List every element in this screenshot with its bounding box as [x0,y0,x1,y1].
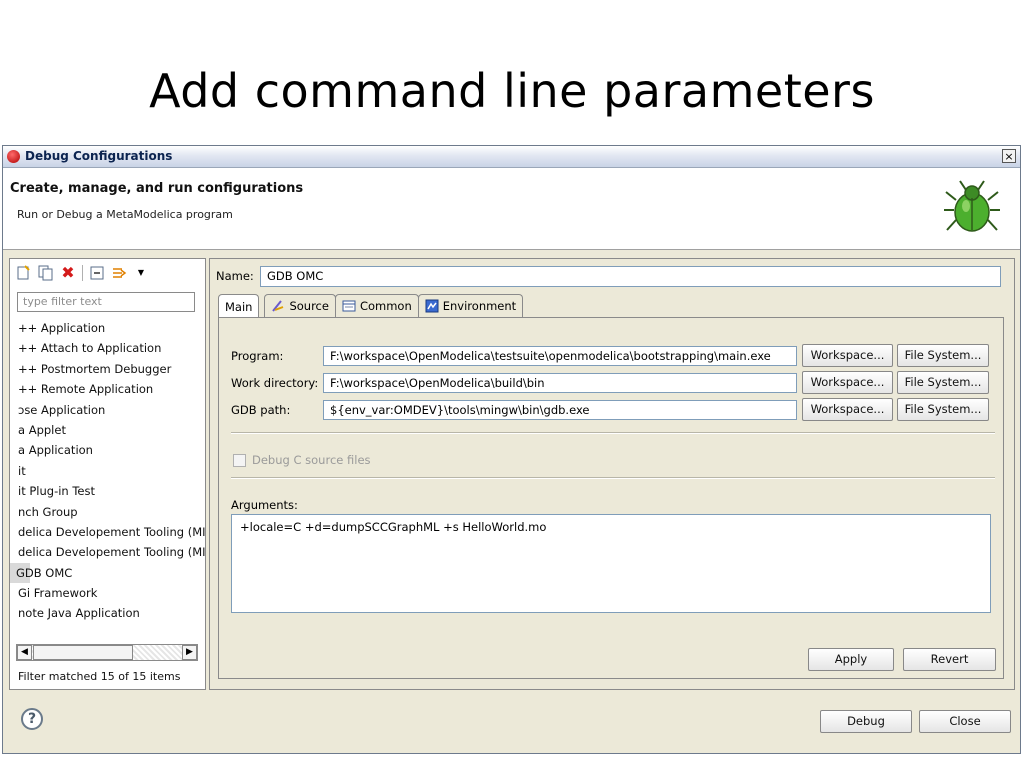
tab-environment-label: Environment [442,299,517,313]
bug-icon [944,180,1000,232]
workdir-workspace-button[interactable]: Workspace... [802,371,893,394]
header-title: Create, manage, and run configurations [10,181,304,196]
source-icon [272,300,284,312]
window-title: Debug Configurations [25,149,173,163]
toolbar-divider [82,265,83,281]
scroll-right-icon[interactable]: ▶ [182,645,197,660]
apply-button[interactable]: Apply [808,648,894,671]
tree-item[interactable]: note Java Application [10,603,205,623]
tree-item[interactable]: Gi Framework [10,583,205,603]
eclipse-icon [7,150,20,163]
tree-item[interactable]: delica Developement Tooling (MI [10,542,205,562]
slide-title: Add command line parameters [149,64,875,118]
tab-source-label: Source [289,299,329,313]
program-field[interactable]: F:\workspace\OpenModelica\testsuite\open… [323,346,797,366]
help-icon[interactable]: ? [21,708,43,730]
tree-item[interactable]: a Application [10,440,205,460]
scroll-left-icon[interactable]: ◀ [17,645,32,660]
launch-config-tree-panel: ✖ ▼ type filter text ++ Application ++ A… [9,258,206,690]
tree-item[interactable]: delica Developement Tooling (MI [10,522,205,542]
tab-main[interactable]: Main [218,294,260,318]
tree-item[interactable]: it Plug-in Test [10,481,205,501]
filter-status: Filter matched 15 of 15 items [18,670,181,683]
duplicate-icon[interactable] [38,265,54,281]
collapse-all-icon[interactable] [89,265,105,281]
close-button[interactable]: Close [919,710,1011,733]
program-filesystem-button[interactable]: File System... [897,344,989,367]
gdb-path-label: GDB path: [231,403,291,417]
workdir-filesystem-button[interactable]: File System... [897,371,989,394]
config-tree: ++ Application ++ Attach to Application … [10,318,205,624]
debug-c-checkbox-row[interactable]: Debug C source files [233,453,371,467]
tab-common[interactable]: Common [334,294,419,317]
horizontal-scrollbar[interactable]: ◀ ▶ [16,644,198,661]
name-label: Name: [216,269,254,283]
workdir-label: Work directory: [231,376,319,390]
program-label: Program: [231,349,284,363]
dialog-header: Create, manage, and run configurations R… [3,168,1020,250]
tree-item[interactable]: it [10,461,205,481]
tree-item[interactable]: ++ Attach to Application [10,338,205,358]
tab-source[interactable]: Source [264,294,336,317]
config-tabs: Main Source Common Environment [218,294,524,318]
header-subtitle: Run or Debug a MetaModelica program [17,208,233,221]
tree-item[interactable]: ++ Postmortem Debugger [10,359,205,379]
tree-item[interactable]: a Applet [10,420,205,440]
tree-item-selected[interactable]: GDB OMC [10,562,72,584]
arguments-label: Arguments: [231,498,298,512]
tree-item[interactable]: ++ Application [10,318,205,338]
delete-icon[interactable]: ✖ [60,265,76,281]
gdb-filesystem-button[interactable]: File System... [897,398,989,421]
debug-c-label: Debug C source files [252,453,371,467]
arguments-textarea[interactable]: +locale=C +d=dumpSCCGraphML +s HelloWorl… [231,514,991,613]
name-field[interactable]: GDB OMC [260,266,1001,287]
filter-icon[interactable] [111,265,127,281]
debug-configurations-dialog: Debug Configurations × Create, manage, a… [2,145,1021,754]
tree-item[interactable]: nch Group [10,502,205,522]
workdir-field[interactable]: F:\workspace\OpenModelica\build\bin [323,373,797,393]
gdb-workspace-button[interactable]: Workspace... [802,398,893,421]
config-editor-panel: Name: GDB OMC Main Source Common Environ… [209,258,1015,690]
filter-input[interactable]: type filter text [17,292,195,312]
tab-main-label: Main [225,299,253,314]
tab-common-label: Common [359,299,412,313]
revert-button[interactable]: Revert [903,648,996,671]
main-tab-content: Program: F:\workspace\OpenModelica\tests… [218,317,1004,679]
left-toolbar: ✖ ▼ [16,263,149,283]
tab-environment[interactable]: Environment [417,294,524,317]
separator [231,432,995,434]
gdb-path-field[interactable]: ${env_var:OMDEV}\tools\mingw\bin\gdb.exe [323,400,797,420]
debug-c-checkbox[interactable] [233,453,246,467]
program-workspace-button[interactable]: Workspace... [802,344,893,367]
debug-button[interactable]: Debug [820,710,912,733]
tree-item[interactable]: ɔse Application [10,400,205,420]
dropdown-icon[interactable]: ▼ [133,265,149,281]
separator [231,477,995,479]
close-window-button[interactable]: × [1002,149,1016,163]
scroll-thumb[interactable] [33,645,133,660]
window-titlebar: Debug Configurations × [3,146,1020,168]
new-config-icon[interactable] [16,265,32,281]
common-icon [342,300,356,312]
environment-icon [425,299,439,313]
tree-item[interactable]: ++ Remote Application [10,379,205,399]
